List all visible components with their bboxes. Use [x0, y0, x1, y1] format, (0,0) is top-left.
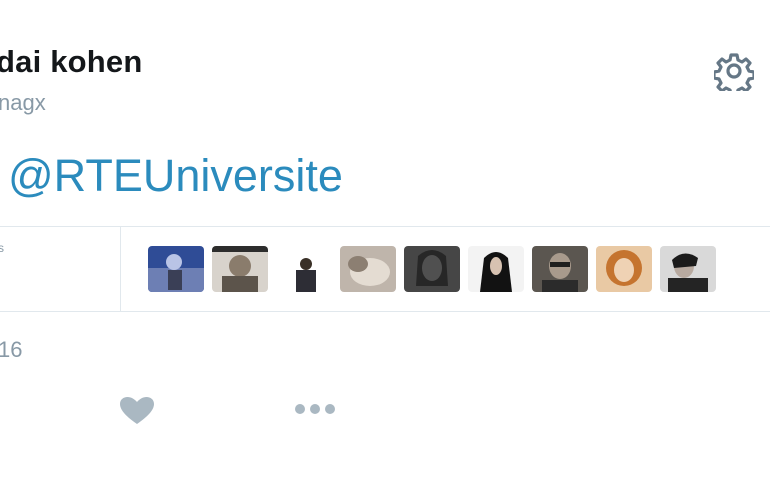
stat-label: s: [0, 241, 4, 255]
user-handle[interactable]: nagx: [0, 90, 46, 116]
avatar[interactable]: [276, 246, 332, 292]
user-display-name[interactable]: dai kohen: [0, 44, 143, 80]
tweet-mention-link[interactable]: @RTEUniversite: [8, 150, 343, 202]
liker-avatars: [148, 246, 724, 292]
heart-icon[interactable]: [118, 395, 156, 427]
avatar[interactable]: [468, 246, 524, 292]
avatar[interactable]: [148, 246, 204, 292]
avatar[interactable]: [660, 246, 716, 292]
stats-divider: [120, 227, 121, 311]
avatar[interactable]: [340, 246, 396, 292]
avatar[interactable]: [596, 246, 652, 292]
tweet-timestamp[interactable]: 16: [0, 337, 22, 363]
avatar[interactable]: [212, 246, 268, 292]
more-dots-icon[interactable]: [290, 395, 340, 423]
engagement-stats-bar: s: [0, 226, 770, 312]
avatar[interactable]: [532, 246, 588, 292]
avatar[interactable]: [404, 246, 460, 292]
gear-icon[interactable]: [712, 51, 756, 97]
